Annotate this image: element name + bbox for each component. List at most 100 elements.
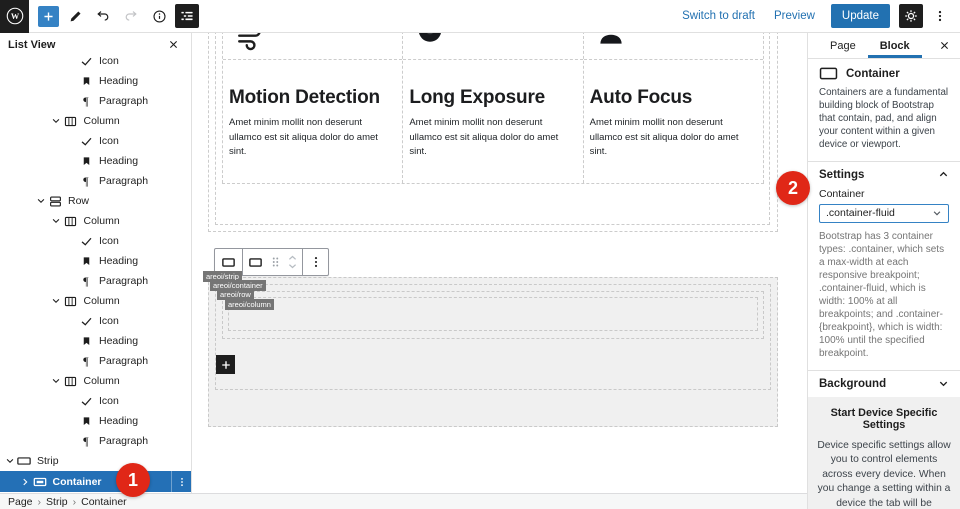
list-view-item-heading[interactable]: Heading: [0, 251, 191, 271]
icon-block[interactable]: [403, 33, 582, 60]
container-type-select[interactable]: .container-fluid: [819, 204, 949, 223]
list-item-label: Strip: [37, 455, 59, 467]
canvas-column-1[interactable]: Motion Detection Amet minim mollit non d…: [222, 33, 403, 183]
column-paragraph[interactable]: Amet minim mollit non deserunt ullamco e…: [409, 116, 576, 160]
list-view-item-paragraph[interactable]: ¶Paragraph: [0, 171, 191, 191]
chevron-down-icon: [938, 378, 949, 389]
list-view-item-column[interactable]: Column: [0, 111, 191, 131]
list-view-item-strip[interactable]: Strip: [0, 451, 191, 471]
preview-link[interactable]: Preview: [767, 10, 822, 22]
breadcrumb-page[interactable]: Page: [8, 496, 33, 508]
block-inserter-button[interactable]: [38, 6, 59, 27]
chevron-down-icon[interactable]: [50, 216, 63, 226]
person-icon: [596, 33, 626, 48]
annotation-circle-1: 1: [116, 463, 150, 497]
list-item-label: Paragraph: [99, 435, 148, 447]
breadcrumb-container[interactable]: Container: [81, 496, 127, 508]
plus-icon: [220, 359, 232, 371]
list-view-toggle[interactable]: [175, 4, 199, 28]
list-view-item-icon[interactable]: Icon: [0, 231, 191, 251]
column-paragraph[interactable]: Amet minim mollit non deserunt ullamco e…: [590, 116, 757, 160]
list-view-item-column[interactable]: Column: [0, 211, 191, 231]
breadcrumb-strip[interactable]: Strip: [46, 496, 68, 508]
wordpress-logo-icon[interactable]: W: [0, 0, 29, 33]
icon-block[interactable]: [223, 33, 402, 60]
empty-container-block[interactable]: [215, 284, 771, 390]
chevron-down-icon[interactable]: [50, 296, 63, 306]
annotation-circle-2: 2: [776, 171, 810, 205]
undo-button[interactable]: [91, 4, 115, 28]
container-field-label: Container: [819, 188, 949, 200]
drag-handle[interactable]: [268, 249, 283, 275]
close-settings-button[interactable]: [929, 33, 960, 58]
drag-dots-icon: [270, 255, 281, 269]
block-movers[interactable]: [283, 249, 302, 275]
block-appender-button[interactable]: [216, 355, 235, 374]
container-icon: [221, 255, 236, 270]
list-view-item-container[interactable]: Container: [0, 471, 191, 492]
list-item-label: Column: [84, 375, 120, 387]
icon-block[interactable]: [584, 33, 763, 60]
tools-button[interactable]: [63, 4, 87, 28]
canvas-column-3[interactable]: Auto Focus Amet minim mollit non deserun…: [584, 33, 764, 183]
empty-column-block[interactable]: [228, 297, 758, 331]
tab-block[interactable]: Block: [868, 33, 922, 58]
chevron-down-icon[interactable]: [3, 456, 16, 466]
switch-to-draft-link[interactable]: Switch to draft: [675, 10, 762, 22]
list-view-item-icon[interactable]: Icon: [0, 391, 191, 411]
canvas-column-2[interactable]: Long Exposure Amet minim mollit non dese…: [403, 33, 583, 183]
chevron-down-icon[interactable]: [50, 376, 63, 386]
list-item-label: Column: [84, 115, 120, 127]
list-view-item-paragraph[interactable]: ¶Paragraph: [0, 271, 191, 291]
list-view-item-column[interactable]: Column: [0, 291, 191, 311]
chevron-down-icon: [932, 208, 942, 218]
list-view-item-paragraph[interactable]: ¶Paragraph: [0, 351, 191, 371]
list-view-item-paragraph[interactable]: ¶Paragraph: [0, 431, 191, 451]
heading-block-icon: [78, 156, 94, 167]
list-view-item-heading[interactable]: Heading: [0, 411, 191, 431]
selected-strip-block[interactable]: [208, 277, 778, 427]
block-label-column: areoi/column: [225, 299, 274, 310]
chevron-down-icon[interactable]: [50, 116, 63, 126]
list-view-item-icon[interactable]: Icon: [0, 311, 191, 331]
paragraph-block-icon: ¶: [78, 95, 94, 107]
column-heading[interactable]: Long Exposure: [409, 87, 576, 109]
list-view-item-heading[interactable]: Heading: [0, 71, 191, 91]
column-paragraph[interactable]: Amet minim mollit non deserunt ullamco e…: [229, 116, 396, 160]
list-view-item-paragraph[interactable]: ¶ Paragraph: [0, 91, 191, 111]
chevron-down-icon[interactable]: [34, 196, 47, 206]
list-view-item-row[interactable]: Row: [0, 191, 191, 211]
chevron-right-icon[interactable]: [19, 477, 32, 487]
settings-sidebar: Page Block Container Containers are a fu…: [807, 33, 960, 509]
row-block: Motion Detection Amet minim mollit non d…: [222, 33, 764, 184]
tab-page[interactable]: Page: [818, 33, 868, 58]
list-view-title: List View: [8, 39, 55, 51]
block-options-button[interactable]: [303, 249, 328, 275]
list-item-label: Paragraph: [99, 95, 148, 107]
item-options-icon[interactable]: [171, 471, 191, 492]
settings-panel-header[interactable]: Settings: [808, 162, 960, 188]
redo-button[interactable]: [119, 4, 143, 28]
list-view-item-icon[interactable]: Icon: [0, 51, 191, 71]
list-view-item-column[interactable]: Column: [0, 371, 191, 391]
block-type-button[interactable]: [243, 249, 268, 275]
update-button[interactable]: Update: [831, 4, 890, 28]
column-heading[interactable]: Motion Detection: [229, 87, 396, 109]
close-list-view-button[interactable]: [164, 39, 183, 50]
container-icon: [248, 255, 263, 270]
icon-block-icon: [78, 395, 94, 408]
list-view-item-heading[interactable]: Heading: [0, 151, 191, 171]
info-icon: [152, 9, 167, 24]
icon-block-icon: [78, 235, 94, 248]
paragraph-block-icon: ¶: [78, 175, 94, 187]
list-view-item-icon[interactable]: Icon: [0, 131, 191, 151]
empty-row-block[interactable]: [222, 291, 764, 339]
details-button[interactable]: [147, 4, 171, 28]
background-panel-header[interactable]: Background: [808, 371, 960, 397]
list-item-label: Heading: [99, 335, 138, 347]
column-heading[interactable]: Auto Focus: [590, 87, 757, 109]
list-view-item-heading[interactable]: Heading: [0, 331, 191, 351]
options-menu-button[interactable]: [928, 4, 952, 28]
settings-gear-button[interactable]: [899, 4, 923, 28]
breadcrumb-separator: ›: [38, 496, 42, 508]
